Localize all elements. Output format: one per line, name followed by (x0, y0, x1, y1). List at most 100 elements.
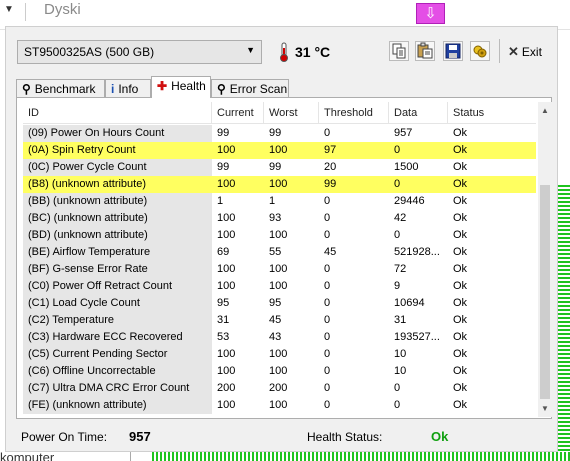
cell-id: (FE) (unknown attribute) (23, 397, 212, 414)
cell-id: (C1) Load Cycle Count (23, 295, 212, 312)
table-row[interactable]: (BF) G-sense Error Rate 100 100 0 72 Ok (23, 261, 536, 278)
cell-current: 31 (217, 314, 230, 326)
table-row[interactable]: (BE) Airflow Temperature 69 55 45 521928... O… (23, 244, 536, 261)
column-header-status[interactable]: Status (448, 102, 536, 124)
drive-select[interactable]: ST9500325AS (500 GB) ▼ (17, 40, 262, 64)
tab-health[interactable]: ✚ Health (151, 76, 211, 98)
cell-threshold: 0 (324, 297, 331, 309)
table-row[interactable]: (C6) Offline Uncorrectable 100 100 0 10 Ok (23, 363, 536, 380)
cell-current: 100 (217, 229, 236, 241)
cell-worst: 1 (269, 195, 276, 207)
cell-data: 0 (394, 144, 401, 156)
cell-data: 10694 (394, 297, 425, 309)
scroll-down-icon[interactable]: ▼ (538, 400, 552, 417)
column-header-worst[interactable]: Worst (264, 102, 319, 124)
cell-worst: 99 (269, 161, 282, 173)
table-row[interactable]: (C5) Current Pending Sector 100 100 0 10 Ok (23, 346, 536, 363)
table-header: ID Current Worst Threshold Data Status (23, 102, 536, 124)
cell-id: (C2) Temperature (23, 312, 212, 329)
table-row[interactable]: (B8) (unknown attribute) 100 100 99 0 Ok (23, 176, 536, 193)
cell-worst: 100 (269, 144, 288, 156)
tab-error-scan[interactable]: ⚲ Error Scan (211, 79, 289, 98)
table-row[interactable]: (C3) Hardware ECC Recovered 53 43 0 193527..… (23, 329, 536, 346)
cell-data: 42 (394, 212, 407, 224)
health-panel: ID Current Worst Threshold Data Status (… (16, 97, 552, 419)
tab-info[interactable]: i Info (105, 79, 151, 98)
cell-data: 10 (394, 348, 407, 360)
cell-threshold: 45 (324, 246, 337, 258)
cell-status: Ok (453, 195, 468, 207)
cell-current: 100 (217, 178, 236, 190)
cell-worst: 43 (269, 331, 282, 343)
refresh-button[interactable] (470, 41, 490, 61)
cell-status: Ok (453, 314, 468, 326)
table-row[interactable]: (C7) Ultra DMA CRC Error Count 200 200 0 0 Ok (23, 380, 536, 397)
scrollbar-thumb[interactable] (540, 185, 550, 399)
cell-id: (C6) Offline Uncorrectable (23, 363, 212, 380)
status-bar: Power On Time: 957 Health Status: Ok (6, 423, 559, 451)
cell-data: 193527... (394, 331, 440, 343)
vertical-scrollbar[interactable]: ▲ ▼ (538, 102, 552, 417)
scroll-up-icon[interactable]: ▲ (538, 102, 552, 119)
copy-button[interactable] (389, 41, 409, 61)
table-row[interactable]: (0C) Power Cycle Count 99 99 20 1500 Ok (23, 159, 536, 176)
table-row[interactable]: (09) Power On Hours Count 99 99 0 957 Ok (23, 125, 536, 142)
table-row[interactable]: (BB) (unknown attribute) 1 1 0 29446 Ok (23, 193, 536, 210)
download-arrow-icon[interactable]: ⇩ (416, 3, 445, 24)
cell-threshold: 0 (324, 331, 331, 343)
exit-button[interactable]: ✕ Exit (504, 41, 548, 61)
thermometer-icon (280, 42, 288, 62)
column-header-current[interactable]: Current (212, 102, 264, 124)
cell-threshold: 99 (324, 178, 337, 190)
cell-data: 0 (394, 399, 401, 411)
cell-data: 1500 (394, 161, 419, 173)
hd-tune-window: ST9500325AS (500 GB) ▼ 31 °C ✕ Exit ⚲ Be… (5, 26, 558, 452)
cell-worst: 55 (269, 246, 282, 258)
cell-status: Ok (453, 144, 468, 156)
cell-threshold: 0 (324, 212, 331, 224)
tab-health-label: Health (171, 79, 206, 93)
cell-worst: 100 (269, 178, 288, 190)
cell-current: 100 (217, 212, 236, 224)
cell-current: 100 (217, 280, 236, 292)
cell-status: Ok (453, 280, 468, 292)
paste-button[interactable] (415, 41, 435, 61)
cell-id: (C3) Hardware ECC Recovered (23, 329, 212, 346)
table-row[interactable]: (C2) Temperature 31 45 0 31 Ok (23, 312, 536, 329)
cell-id: (BF) G-sense Error Rate (23, 261, 212, 278)
cell-current: 95 (217, 297, 230, 309)
cell-id: (C7) Ultra DMA CRC Error Count (23, 380, 212, 397)
cell-status: Ok (453, 246, 468, 258)
cell-worst: 200 (269, 382, 288, 394)
toolbar-separator (25, 3, 26, 21)
column-header-data[interactable]: Data (389, 102, 448, 124)
table-row[interactable]: (FE) (unknown attribute) 100 100 0 0 Ok (23, 397, 536, 414)
cell-worst: 99 (269, 127, 282, 139)
table-row[interactable]: (C1) Load Cycle Count 95 95 0 10694 Ok (23, 295, 536, 312)
save-button[interactable] (443, 41, 463, 61)
cell-current: 1 (217, 195, 224, 207)
table-row[interactable]: (0A) Spin Retry Count 100 100 97 0 Ok (23, 142, 536, 159)
health-cross-icon: ✚ (157, 79, 168, 93)
cell-worst: 100 (269, 399, 288, 411)
table-row[interactable]: (BD) (unknown attribute) 100 100 0 0 Ok (23, 227, 536, 244)
cell-worst: 100 (269, 229, 288, 241)
cell-threshold: 0 (324, 127, 331, 139)
cell-status: Ok (453, 229, 468, 241)
cell-threshold: 0 (324, 229, 331, 241)
power-on-time-label: Power On Time: (21, 430, 108, 444)
info-icon: i (111, 82, 115, 96)
cell-status: Ok (453, 161, 468, 173)
table-row[interactable]: (BC) (unknown attribute) 100 93 0 42 Ok (23, 210, 536, 227)
cell-threshold: 0 (324, 382, 331, 394)
cell-id: (BC) (unknown attribute) (23, 210, 212, 227)
tab-benchmark[interactable]: ⚲ Benchmark (16, 79, 105, 98)
cell-current: 100 (217, 144, 236, 156)
column-header-id[interactable]: ID (23, 102, 212, 124)
table-row[interactable]: (C0) Power Off Retract Count 100 100 0 9 Ok (23, 278, 536, 295)
drive-select-value: ST9500325AS (500 GB) (24, 45, 155, 59)
cell-id: (BE) Airflow Temperature (23, 244, 212, 261)
column-header-threshold[interactable]: Threshold (319, 102, 389, 124)
close-icon: ✕ (508, 44, 519, 59)
quick-access-dropdown-icon[interactable]: ▼ (4, 4, 14, 15)
